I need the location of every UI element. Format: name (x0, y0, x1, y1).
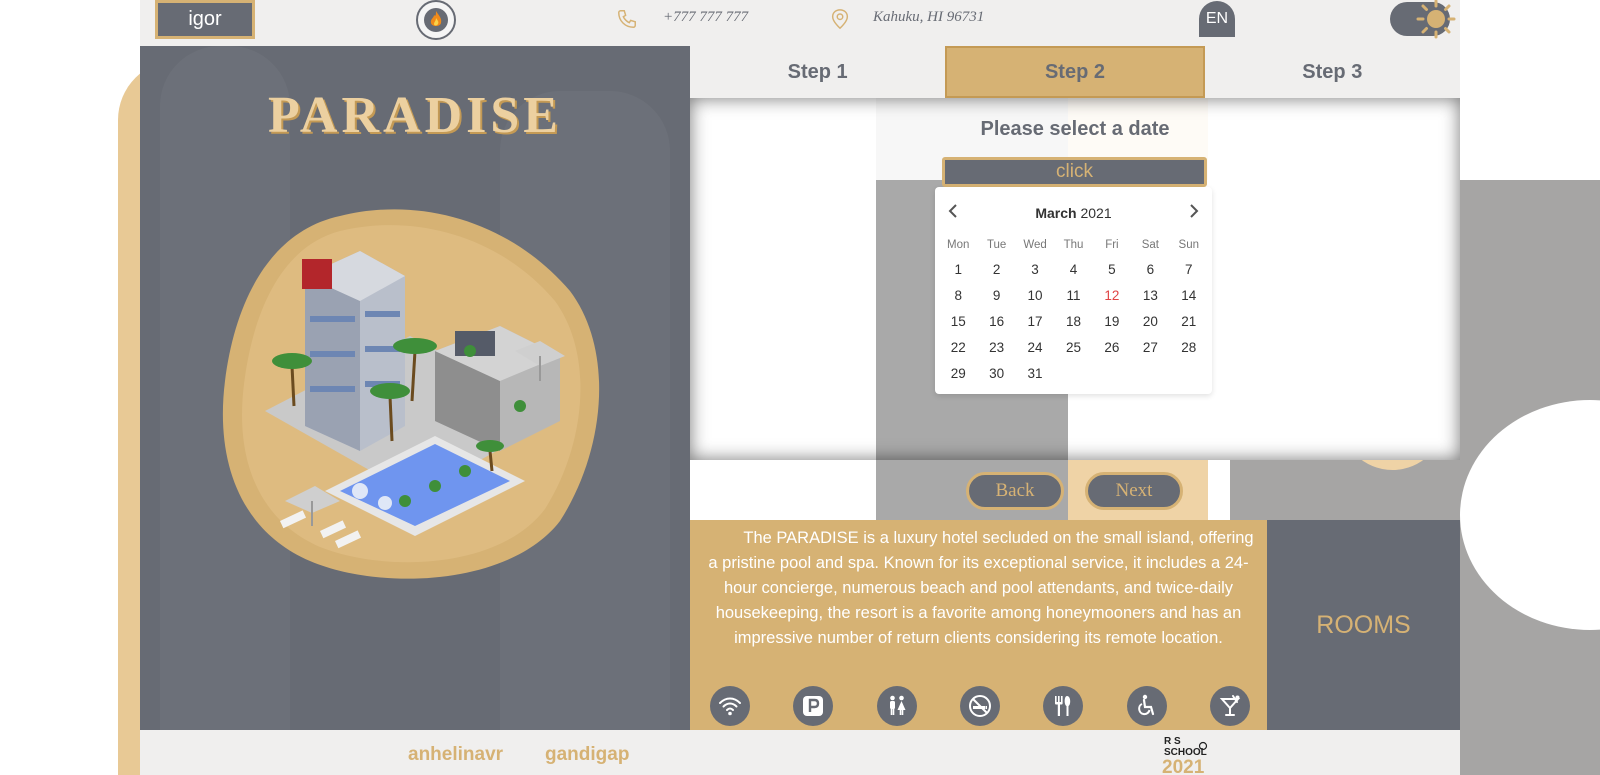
rooms-link[interactable]: ROOMS (1267, 520, 1460, 730)
date-picker-calendar: March 2021 Mon Tue Wed Thu Fri Sat Sun 1 2 3 4 5 6 7 8… (935, 187, 1212, 394)
calendar-day[interactable]: 8 (939, 283, 977, 309)
weekday-header: Sat (1141, 239, 1159, 251)
hotel-description: The PARADISE is a luxury hotel secluded … (708, 529, 1254, 647)
weekday-header: Wed (1023, 239, 1047, 251)
calendar-day[interactable]: 4 (1054, 257, 1092, 283)
calendar-day[interactable]: 9 (977, 283, 1015, 309)
calendar-day[interactable]: 25 (1054, 335, 1092, 361)
restaurant-icon[interactable] (1043, 686, 1084, 726)
calendar-day[interactable]: 27 (1131, 335, 1169, 361)
phone-number: +777 777 777 (663, 9, 749, 25)
calendar-grid: Mon Tue Wed Thu Fri Sat Sun 1 2 3 4 5 6 7 8 9 10 11 12 13 14… (939, 235, 1208, 387)
calendar-day[interactable]: 23 (977, 335, 1015, 361)
calendar-day[interactable]: 18 (1054, 309, 1092, 335)
svg-text:R S: R S (1164, 736, 1181, 747)
calendar-day[interactable]: 17 (1016, 309, 1054, 335)
chevron-right-icon (1190, 204, 1199, 218)
calendar-day[interactable]: 10 (1016, 283, 1054, 309)
calendar-day[interactable]: 26 (1093, 335, 1131, 361)
top-header: igor +777 777 777 Kahuku, HI 96731 EN (140, 0, 1460, 46)
date-input[interactable]: click (942, 157, 1207, 187)
weekday-header: Sun (1178, 239, 1199, 251)
calendar-day[interactable]: 6 (1131, 257, 1169, 283)
calendar-day[interactable]: 13 (1131, 283, 1169, 309)
parking-icon[interactable] (793, 686, 834, 726)
sun-icon (1416, 0, 1456, 39)
calendar-day[interactable]: 29 (939, 361, 977, 387)
calendar-day[interactable]: 15 (939, 309, 977, 335)
next-button[interactable]: Next (1085, 472, 1183, 510)
calendar-month-year: March 2021 (935, 205, 1212, 221)
calendar-day[interactable]: 21 (1170, 309, 1208, 335)
calendar-month: March (1035, 205, 1077, 221)
weekday-header: Mon (947, 239, 970, 251)
restroom-icon[interactable] (876, 686, 917, 726)
cocktail-icon[interactable] (1209, 686, 1250, 726)
author-link-gandigap[interactable]: gandigap (545, 744, 629, 766)
brand-title: PARADISE (268, 87, 562, 144)
next-month-button[interactable] (1184, 201, 1204, 221)
calendar-day[interactable]: 30 (977, 361, 1015, 387)
calendar-day[interactable]: 20 (1131, 309, 1169, 335)
user-button[interactable]: igor (155, 0, 255, 39)
step-3-tab[interactable]: Step 3 (1205, 46, 1460, 98)
calendar-day[interactable]: 14 (1170, 283, 1208, 309)
calendar-day[interactable]: 11 (1054, 283, 1092, 309)
booking-stepper: Step 1 Step 2 Step 3 (690, 46, 1460, 98)
phone-icon (618, 10, 636, 28)
wheelchair-icon[interactable] (1126, 686, 1167, 726)
school-year: 2021 (1162, 757, 1205, 775)
calendar-day[interactable]: 1 (939, 257, 977, 283)
address-text: Kahuku, HI 96731 (873, 9, 985, 25)
date-prompt: Please select a date (980, 118, 1170, 140)
calendar-day[interactable]: 2 (977, 257, 1015, 283)
calendar-day[interactable]: 3 (1016, 257, 1054, 283)
hotel-illustration (222, 209, 600, 579)
calendar-day[interactable]: 19 (1093, 309, 1131, 335)
weekday-header: Tue (986, 239, 1007, 251)
calendar-day[interactable]: 7 (1170, 257, 1208, 283)
hotel-description-panel: The PARADISE is a luxury hotel secluded … (690, 520, 1267, 730)
no-smoking-icon[interactable] (959, 686, 1000, 726)
hero-panel: PARADISE (140, 46, 690, 730)
location-pin-icon (831, 9, 849, 30)
wifi-icon[interactable] (710, 686, 750, 726)
weekday-header: Fri (1105, 239, 1119, 251)
calendar-day[interactable]: 16 (977, 309, 1015, 335)
calendar-day[interactable]: 22 (939, 335, 977, 361)
amenities-list (710, 686, 1250, 726)
language-button[interactable]: EN (1199, 1, 1235, 37)
rs-school-logo-mark: R S SCHOOL (1164, 736, 1208, 758)
author-link-anhelinavr[interactable]: anhelinavr (408, 744, 503, 766)
calendar-day[interactable]: 12 (1093, 283, 1131, 309)
calendar-day[interactable]: 24 (1016, 335, 1054, 361)
theme-toggle[interactable] (1390, 0, 1456, 39)
weekday-header: Thu (1063, 239, 1084, 251)
calendar-day[interactable]: 5 (1093, 257, 1131, 283)
calendar-year: 2021 (1080, 205, 1112, 221)
back-button[interactable]: Back (966, 472, 1064, 510)
fire-logo-icon[interactable] (416, 0, 456, 40)
step-2-tab[interactable]: Step 2 (945, 46, 1205, 98)
calendar-day[interactable]: 28 (1170, 335, 1208, 361)
calendar-day[interactable]: 31 (1016, 361, 1054, 387)
step-1-tab[interactable]: Step 1 (690, 46, 945, 98)
footer: anhelinavr gandigap R S SCHOOL 2021 (140, 730, 1460, 775)
